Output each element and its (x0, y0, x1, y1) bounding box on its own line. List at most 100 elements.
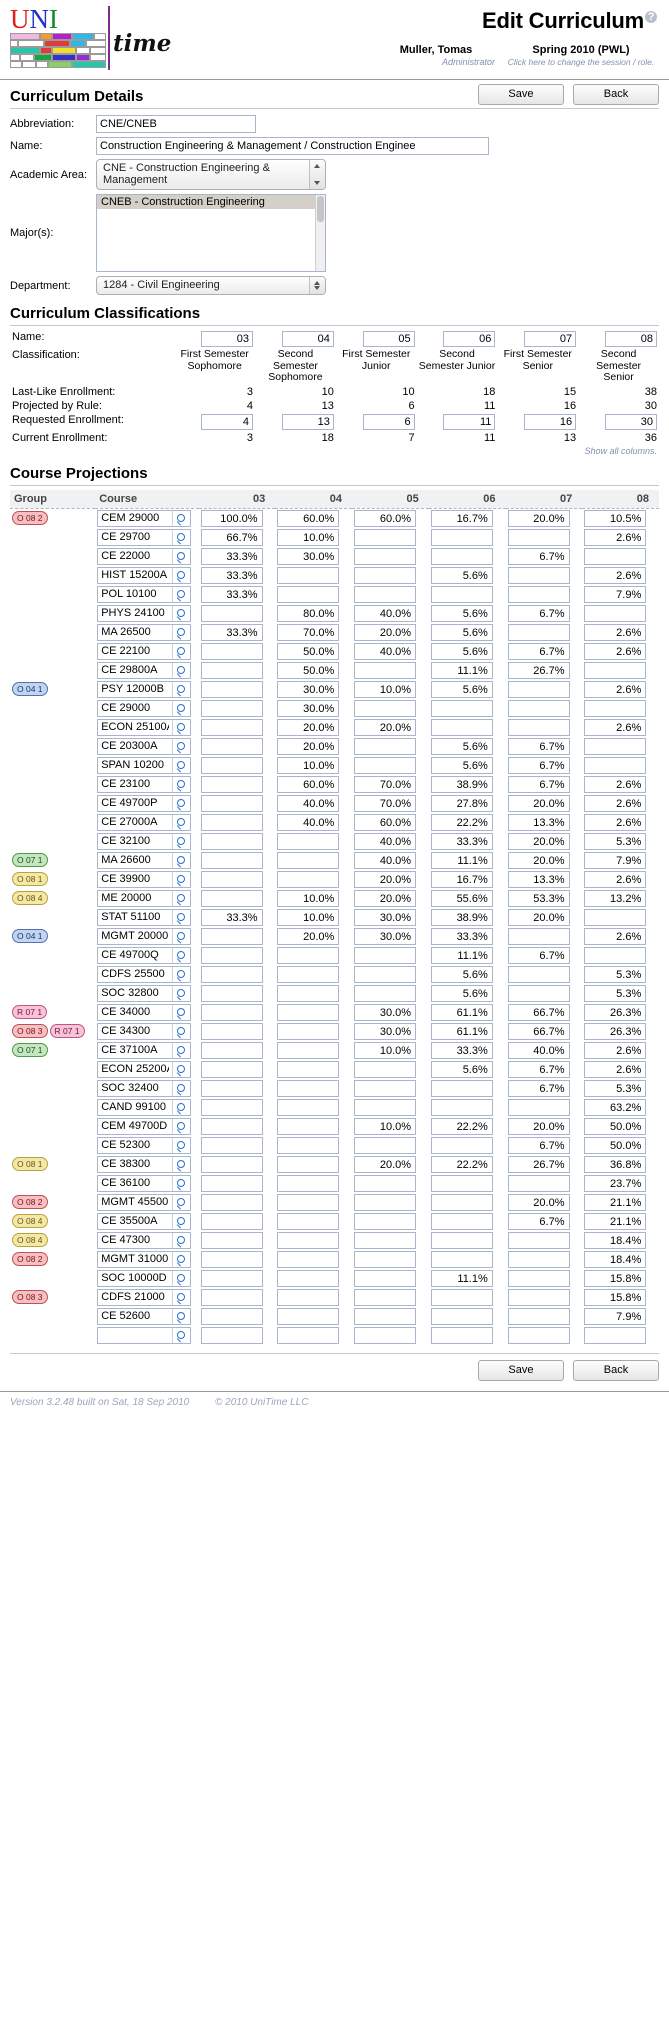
help-icon[interactable]: ? (645, 10, 657, 23)
course-input[interactable] (98, 567, 173, 583)
percent-input[interactable]: 33.3% (430, 832, 493, 850)
percent-input[interactable]: 36.8% (584, 1155, 647, 1173)
percent-input[interactable]: 10.0% (354, 1041, 417, 1059)
percent-input[interactable]: 6.7% (507, 1060, 570, 1078)
percent-input[interactable] (354, 1326, 417, 1344)
percent-input[interactable]: 7.9% (584, 1307, 647, 1325)
back-button-top[interactable]: Back (573, 84, 659, 105)
course-input[interactable] (98, 890, 173, 906)
percent-input[interactable] (200, 737, 263, 755)
percent-input[interactable]: 5.6% (430, 566, 493, 584)
percent-input[interactable]: 13.3% (507, 870, 570, 888)
percent-input[interactable]: 40.0% (507, 1041, 570, 1059)
percent-input[interactable]: 5.3% (584, 832, 647, 850)
percent-input[interactable] (354, 1136, 417, 1154)
classification-name-input-3[interactable] (443, 331, 496, 347)
percent-input[interactable]: 6.7% (507, 642, 570, 660)
percent-input[interactable] (200, 851, 263, 869)
percent-input[interactable]: 20.0% (507, 851, 570, 869)
search-icon[interactable] (172, 890, 191, 906)
course-input[interactable] (98, 586, 173, 602)
percent-input[interactable]: 26.3% (584, 1003, 647, 1021)
percent-input[interactable] (584, 699, 647, 717)
search-icon[interactable] (172, 1308, 191, 1324)
course-input[interactable] (98, 1175, 173, 1191)
percent-input[interactable] (584, 756, 647, 774)
group-badge[interactable]: O 08 1 (12, 1157, 48, 1171)
percent-input[interactable]: 38.9% (430, 908, 493, 926)
course-input[interactable] (98, 1289, 173, 1305)
percent-input[interactable]: 11.1% (430, 851, 493, 869)
percent-input[interactable] (277, 1326, 340, 1344)
percent-input[interactable]: 6.7% (507, 737, 570, 755)
search-icon[interactable] (172, 529, 191, 545)
percent-input[interactable]: 2.6% (584, 813, 647, 831)
course-input[interactable] (98, 1080, 173, 1096)
percent-input[interactable] (354, 756, 417, 774)
percent-input[interactable]: 16.7% (430, 509, 493, 527)
percent-input[interactable] (354, 1250, 417, 1268)
percent-input[interactable]: 50.0% (277, 661, 340, 679)
percent-input[interactable]: 26.3% (584, 1022, 647, 1040)
search-icon[interactable] (172, 719, 191, 735)
percent-input[interactable] (277, 1307, 340, 1325)
percent-input[interactable]: 21.1% (584, 1212, 647, 1230)
classification-name-input-5[interactable] (605, 331, 657, 347)
percent-input[interactable]: 6.7% (507, 1136, 570, 1154)
percent-input[interactable] (200, 661, 263, 679)
percent-input[interactable] (507, 1326, 570, 1344)
percent-input[interactable] (277, 1288, 340, 1306)
classification-name-input-1[interactable] (281, 331, 334, 347)
percent-input[interactable]: 53.3% (507, 889, 570, 907)
search-icon[interactable] (172, 643, 191, 659)
search-icon[interactable] (172, 814, 191, 830)
search-icon[interactable] (172, 1080, 191, 1096)
search-icon[interactable] (172, 1118, 191, 1134)
percent-input[interactable] (200, 1060, 263, 1078)
percent-input[interactable]: 60.0% (277, 509, 340, 527)
percent-input[interactable]: 40.0% (354, 851, 417, 869)
percent-input[interactable] (584, 1326, 647, 1344)
percent-input[interactable] (507, 718, 570, 736)
percent-input[interactable] (200, 1307, 263, 1325)
percent-input[interactable] (507, 585, 570, 603)
percent-input[interactable] (584, 908, 647, 926)
percent-input[interactable] (200, 1155, 263, 1173)
percent-input[interactable]: 20.0% (354, 718, 417, 736)
percent-input[interactable] (507, 1288, 570, 1306)
course-input[interactable] (98, 738, 173, 754)
percent-input[interactable] (430, 1231, 493, 1249)
percent-input[interactable]: 33.3% (200, 547, 263, 565)
percent-input[interactable] (354, 1307, 417, 1325)
search-icon[interactable] (172, 795, 191, 811)
percent-input[interactable] (200, 642, 263, 660)
requested-input-3[interactable] (443, 413, 496, 430)
percent-input[interactable]: 20.0% (277, 718, 340, 736)
percent-input[interactable]: 20.0% (354, 623, 417, 641)
course-input[interactable] (98, 1023, 173, 1039)
course-input[interactable] (98, 871, 173, 887)
percent-input[interactable]: 66.7% (507, 1003, 570, 1021)
percent-input[interactable]: 5.6% (430, 642, 493, 660)
percent-input[interactable]: 2.6% (584, 680, 647, 698)
group-badge[interactable]: O 08 2 (12, 1252, 48, 1266)
percent-input[interactable]: 20.0% (507, 794, 570, 812)
search-icon[interactable] (172, 567, 191, 583)
percent-input[interactable] (277, 1231, 340, 1249)
course-input[interactable] (98, 624, 173, 640)
percent-input[interactable]: 55.6% (430, 889, 493, 907)
percent-input[interactable] (354, 528, 417, 546)
percent-input[interactable]: 2.6% (584, 642, 647, 660)
search-icon[interactable] (172, 586, 191, 602)
search-icon[interactable] (172, 548, 191, 564)
percent-input[interactable] (277, 1041, 340, 1059)
percent-input[interactable] (200, 1022, 263, 1040)
percent-input[interactable] (354, 1193, 417, 1211)
percent-input[interactable]: 11.1% (430, 661, 493, 679)
percent-input[interactable]: 6.7% (507, 1212, 570, 1230)
session-info[interactable]: Spring 2010 (PWL) Click here to change t… (501, 44, 661, 67)
percent-input[interactable]: 22.2% (430, 1155, 493, 1173)
percent-input[interactable]: 70.0% (277, 623, 340, 641)
percent-input[interactable]: 5.6% (430, 984, 493, 1002)
percent-input[interactable]: 27.8% (430, 794, 493, 812)
